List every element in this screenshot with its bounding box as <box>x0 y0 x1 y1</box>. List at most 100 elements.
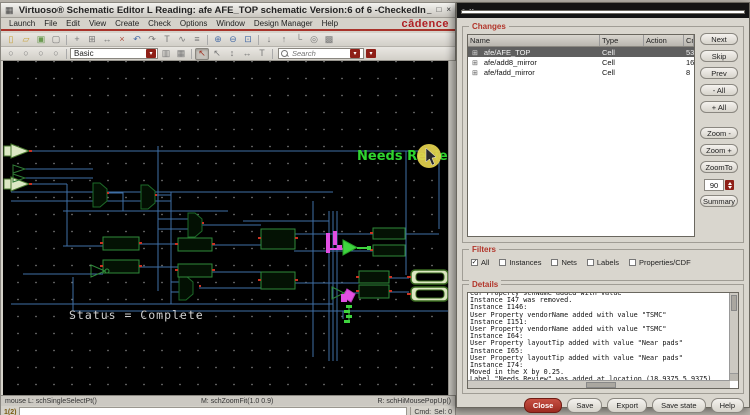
checkbox-instances[interactable] <box>499 259 506 266</box>
menu-view[interactable]: View <box>85 18 110 29</box>
stretch-icon[interactable]: ↔ <box>100 34 114 46</box>
partial-select-mode-icon[interactable]: ↖ <box>210 48 224 60</box>
text-select-mode-icon[interactable]: T <box>255 48 269 60</box>
status-complete-label[interactable]: Status = Complete <box>69 308 204 322</box>
table-row[interactable]: ⊞afe/AFE_TOP Cell 53 <box>468 47 694 57</box>
table-row[interactable]: ⊞afe/fadd_mirror Cell 8 <box>468 67 694 77</box>
details-vertical-scrollbar[interactable] <box>729 293 738 381</box>
close-button[interactable]: × <box>446 6 451 14</box>
move-icon[interactable]: + <box>70 34 84 46</box>
command-input[interactable] <box>19 407 407 415</box>
wire-icon[interactable]: └ <box>292 34 306 46</box>
save-icon[interactable]: ▣ <box>34 34 48 46</box>
scrollbar-thumb[interactable] <box>731 295 737 311</box>
menu-edit[interactable]: Edit <box>62 18 84 29</box>
delete-icon[interactable]: × <box>115 34 129 46</box>
conn-mode-2-icon[interactable]: ○ <box>19 48 33 60</box>
expand-icon[interactable]: ⊞ <box>470 50 480 57</box>
expand-icon[interactable]: ⊞ <box>470 60 480 67</box>
next-button[interactable]: Next <box>700 33 738 45</box>
save-state-button[interactable]: Save state <box>652 398 705 413</box>
spinner-arrows[interactable] <box>725 180 734 190</box>
col-cnt[interactable]: Cnt <box>684 35 694 46</box>
palette-combo-arrow-icon[interactable]: ▾ <box>146 49 156 58</box>
new-cellview-icon[interactable]: ▯ <box>4 34 18 46</box>
descend-icon[interactable]: ↓ <box>262 34 276 46</box>
input-pin-symbols[interactable] <box>4 144 32 191</box>
minimize-button[interactable]: _ <box>427 6 431 14</box>
menu-file[interactable]: File <box>40 18 61 29</box>
menu-design-manager[interactable]: Design Manager <box>250 18 317 29</box>
probe-icon[interactable]: ◎ <box>307 34 321 46</box>
select-mode-icon[interactable]: ↖ <box>195 48 209 60</box>
col-action[interactable]: Action <box>644 35 684 46</box>
label-icon[interactable]: T <box>160 34 174 46</box>
checkbox-all[interactable] <box>471 259 478 266</box>
lock-icon[interactable]: ▩ <box>322 34 336 46</box>
filter-instances[interactable]: Instances <box>499 258 541 267</box>
window-menu-icon[interactable]: ▦ <box>5 6 14 15</box>
zoom-in-button[interactable]: Zoom + <box>700 144 738 156</box>
expand-all-button[interactable]: + All <box>700 101 738 113</box>
menu-help[interactable]: Help <box>318 18 342 29</box>
filter-labels[interactable]: Labels <box>587 258 619 267</box>
save-button[interactable]: Save <box>567 398 602 413</box>
details-horizontal-scrollbar[interactable] <box>468 380 730 388</box>
conn-mode-3-icon[interactable]: ○ <box>34 48 48 60</box>
properties-icon[interactable]: ≡ <box>190 34 204 46</box>
undo-icon[interactable]: ↶ <box>130 34 144 46</box>
layer-a-icon[interactable]: ▥ <box>159 48 173 60</box>
redo-icon[interactable]: ↷ <box>145 34 159 46</box>
zoom-out-icon[interactable]: ⊖ <box>226 34 240 46</box>
menu-check[interactable]: Check <box>144 18 175 29</box>
palette-combo[interactable]: Basic ▾ <box>70 48 158 59</box>
filter-all[interactable]: All <box>471 258 489 267</box>
details-text-area[interactable]: Cdf Property schName added with value ""… <box>467 292 739 389</box>
zoom-to-button[interactable]: ZoomTo <box>700 161 738 173</box>
scrollbar-thumb[interactable] <box>586 382 616 388</box>
hier-select-mode-icon[interactable]: ↔ <box>240 48 254 60</box>
export-button[interactable]: Export <box>607 398 647 413</box>
layer-b-icon[interactable]: ▦ <box>174 48 188 60</box>
checkbox-labels[interactable] <box>587 259 594 266</box>
schematic-canvas[interactable]: Needs Review Status = Complete <box>3 61 448 395</box>
help-button[interactable]: Help <box>711 398 744 413</box>
spin-up-icon[interactable] <box>728 182 732 185</box>
zoom-in-icon[interactable]: ⊕ <box>211 34 225 46</box>
prev-button[interactable]: Prev <box>700 67 738 79</box>
maximize-button[interactable]: □ <box>436 6 441 14</box>
search-input[interactable] <box>290 48 347 59</box>
expand-icon[interactable]: ⊞ <box>470 70 480 77</box>
collapse-all-button[interactable]: - All <box>700 84 738 96</box>
changes-table-header[interactable]: Name Type Action Cnt <box>468 35 694 47</box>
table-row[interactable]: ⊞afe/add8_mirror Cell 16 <box>468 57 694 67</box>
col-type[interactable]: Type <box>600 35 644 46</box>
conn-mode-4-icon[interactable]: ○ <box>49 48 63 60</box>
menu-launch[interactable]: Launch <box>5 18 39 29</box>
col-name[interactable]: Name <box>468 35 600 46</box>
dialog-title-bar[interactable]: ▪ Differences × <box>457 3 749 18</box>
filter-properties-cdf[interactable]: Properties/CDF <box>629 258 691 267</box>
arc-icon[interactable]: ∿ <box>175 34 189 46</box>
scrollbar-down-arrow[interactable] <box>730 373 738 381</box>
zoom-fit-icon[interactable]: ⊡ <box>241 34 255 46</box>
changes-table[interactable]: Name Type Action Cnt ⊞afe/AFE_TOP Cell 5… <box>467 34 695 237</box>
search-drop-icon[interactable]: ▾ <box>350 49 360 58</box>
zoom-out-button[interactable]: Zoom - <box>700 127 738 139</box>
repeat-select-mode-icon[interactable]: ↕ <box>225 48 239 60</box>
conn-mode-1-icon[interactable]: ○ <box>4 48 18 60</box>
save-as-icon[interactable]: ▢ <box>49 34 63 46</box>
copy-icon[interactable]: ⊞ <box>85 34 99 46</box>
ascend-icon[interactable]: ↑ <box>277 34 291 46</box>
zoom-level-value[interactable]: 90 <box>704 179 724 191</box>
output-pad-symbols[interactable] <box>407 270 448 301</box>
spin-down-icon[interactable] <box>728 186 732 189</box>
checkbox-nets[interactable] <box>551 259 558 266</box>
filter-nets[interactable]: Nets <box>551 258 576 267</box>
menu-window[interactable]: Window <box>212 18 248 29</box>
skip-button[interactable]: Skip <box>700 50 738 62</box>
menu-create[interactable]: Create <box>111 18 143 29</box>
search-options-icon[interactable]: ▾ <box>366 49 376 58</box>
open-icon[interactable]: ▱ <box>19 34 33 46</box>
close-button[interactable]: Close <box>524 398 562 413</box>
